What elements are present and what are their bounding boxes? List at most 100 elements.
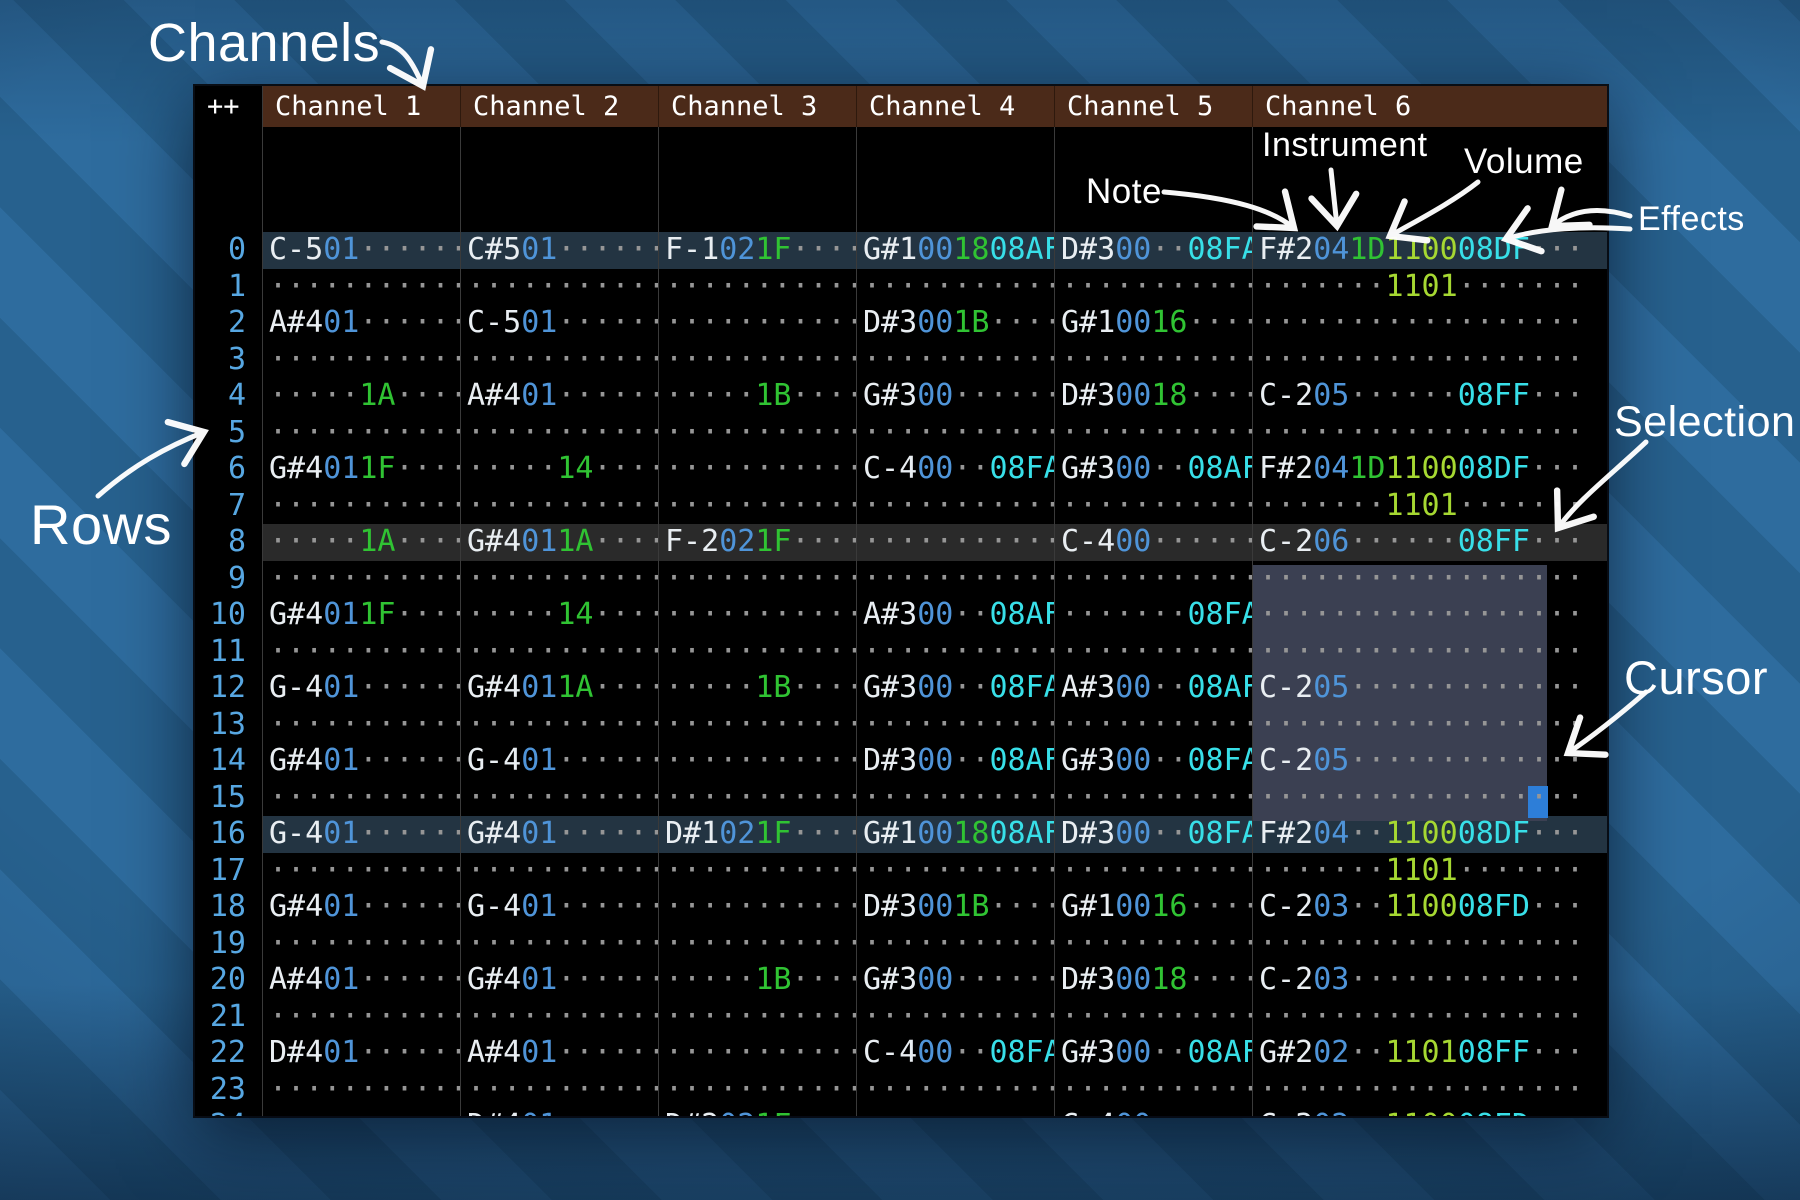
pattern-cell[interactable]: G#401······ bbox=[263, 889, 461, 926]
pattern-cell[interactable]: G#202··110108FF··· bbox=[1253, 1035, 1605, 1072]
pattern-cell[interactable]: C-501······ bbox=[461, 305, 659, 342]
pattern-cell[interactable]: A#300··08AF bbox=[857, 597, 1055, 634]
pattern-cell[interactable]: ··········· bbox=[1055, 634, 1253, 671]
pattern-cell[interactable]: G#300··08AF bbox=[1055, 1035, 1253, 1072]
channel-header-4[interactable]: Channel 4 bbox=[857, 86, 1055, 127]
pattern-cell[interactable]: ··········· bbox=[857, 488, 1055, 525]
pattern-cell[interactable]: G#1001808AF bbox=[857, 816, 1055, 853]
pattern-cell[interactable]: G-401······ bbox=[461, 889, 659, 926]
pattern-cell[interactable]: ··········· bbox=[1055, 999, 1253, 1036]
pattern-cell[interactable]: ··········· bbox=[263, 415, 461, 452]
pattern-cell[interactable]: G#4011F···· bbox=[263, 597, 461, 634]
pattern-cell[interactable]: A#401······ bbox=[263, 962, 461, 999]
pattern-cell[interactable]: ··········· bbox=[263, 853, 461, 890]
pattern-cell[interactable]: ·················· bbox=[1253, 305, 1605, 342]
pattern-cell[interactable]: ··········· bbox=[461, 488, 659, 525]
pattern-cell[interactable]: C-501······ bbox=[263, 232, 461, 269]
pattern-cell[interactable]: ··········· bbox=[857, 342, 1055, 379]
pattern-cell[interactable]: A#300··08AF bbox=[1055, 670, 1253, 707]
pattern-cell[interactable]: ··········· bbox=[461, 342, 659, 379]
pattern-cell[interactable]: ··········· bbox=[263, 342, 461, 379]
pattern-cell[interactable]: C-203············· bbox=[1253, 962, 1605, 999]
pattern-cell[interactable]: ··········· bbox=[857, 853, 1055, 890]
pattern-cell[interactable]: ··········· bbox=[857, 999, 1055, 1036]
pattern-cell[interactable]: ··········· bbox=[659, 999, 857, 1036]
pattern-cell[interactable]: ··········· bbox=[1055, 415, 1253, 452]
pattern-cell[interactable]: ··········· bbox=[1055, 1072, 1253, 1109]
pattern-cell[interactable]: D#3001B···· bbox=[857, 305, 1055, 342]
pattern-cell[interactable]: ·················· bbox=[1253, 707, 1605, 744]
pattern-cell[interactable]: ··········· bbox=[461, 269, 659, 306]
pattern-cell[interactable]: G#1001808AF bbox=[857, 232, 1055, 269]
pattern-cell[interactable]: F#2041D110008DF··· bbox=[1253, 451, 1605, 488]
pattern-cell[interactable]: ··········· bbox=[263, 780, 461, 817]
pattern-cell[interactable]: F#204··110008DF··· bbox=[1253, 816, 1605, 853]
pattern-cell[interactable]: ·····14···· bbox=[461, 451, 659, 488]
pattern-cell[interactable]: A#401······ bbox=[263, 305, 461, 342]
pattern-cell[interactable]: ·······1101······· bbox=[1253, 853, 1605, 890]
pattern-cell[interactable]: G#300··08FA bbox=[857, 670, 1055, 707]
channel-header-3[interactable]: Channel 3 bbox=[659, 86, 857, 127]
pattern-cell[interactable]: D#401······ bbox=[461, 1108, 659, 1116]
pattern-cell[interactable]: ··········· bbox=[1055, 269, 1253, 306]
pattern-cell[interactable]: ··········· bbox=[461, 415, 659, 452]
pattern-cell[interactable]: ·····1B···· bbox=[659, 962, 857, 999]
pattern-cell[interactable]: D#30018···· bbox=[1055, 378, 1253, 415]
pattern-cell[interactable]: G-401······ bbox=[263, 816, 461, 853]
pattern-cell[interactable]: ·················· bbox=[1253, 597, 1605, 634]
pattern-cell[interactable]: ··········· bbox=[1055, 488, 1253, 525]
pattern-cell[interactable]: G#300··08AF bbox=[1055, 451, 1253, 488]
pattern-cell[interactable]: ··········· bbox=[659, 269, 857, 306]
channel-header-6[interactable]: Channel 6 bbox=[1253, 86, 1605, 127]
pattern-cell[interactable]: ·················· bbox=[1253, 780, 1605, 817]
pattern-cell[interactable]: ··········· bbox=[461, 634, 659, 671]
pattern-cell[interactable]: F-1021F···· bbox=[659, 232, 857, 269]
pattern-cell[interactable]: ·················· bbox=[1253, 926, 1605, 963]
pattern-cell[interactable]: ·······1101······· bbox=[1253, 488, 1605, 525]
pattern-cell[interactable]: ··········· bbox=[659, 743, 857, 780]
pattern-cell[interactable]: ··········· bbox=[659, 1035, 857, 1072]
pattern-cell[interactable]: C-400··08FA bbox=[857, 1035, 1055, 1072]
pattern-cell[interactable]: ··········· bbox=[857, 269, 1055, 306]
pattern-cell[interactable]: ··········· bbox=[857, 926, 1055, 963]
pattern-cell[interactable]: G#401······ bbox=[461, 962, 659, 999]
pattern-cell[interactable]: ·················· bbox=[1253, 634, 1605, 671]
pattern-cell[interactable]: ··········· bbox=[1055, 561, 1253, 598]
pattern-cell[interactable]: ··········· bbox=[659, 342, 857, 379]
pattern-cell[interactable]: C-400······ bbox=[1055, 1108, 1253, 1116]
header-corner-cell[interactable]: ++ bbox=[195, 86, 263, 127]
pattern-cell[interactable]: ··········· bbox=[263, 707, 461, 744]
pattern-cell[interactable]: ··········· bbox=[659, 707, 857, 744]
pattern-cell[interactable]: D#300··08FA bbox=[1055, 816, 1253, 853]
pattern-cell[interactable]: C-205············· bbox=[1253, 670, 1605, 707]
pattern-cell[interactable]: C-400··08FA bbox=[857, 451, 1055, 488]
channel-header-2[interactable]: Channel 2 bbox=[461, 86, 659, 127]
pattern-cell[interactable]: D#1021F···· bbox=[659, 816, 857, 853]
pattern-cell[interactable]: D#3001B···· bbox=[857, 889, 1055, 926]
pattern-cell[interactable]: ··········· bbox=[659, 597, 857, 634]
pattern-cell[interactable]: ··········· bbox=[659, 889, 857, 926]
channel-header-1[interactable]: Channel 1 bbox=[263, 86, 461, 127]
pattern-cell[interactable]: C-302··110008FD··· bbox=[1253, 1108, 1605, 1116]
pattern-cell[interactable]: F#2041D110008DF··· bbox=[1253, 232, 1605, 269]
pattern-cell[interactable]: ··········· bbox=[263, 488, 461, 525]
pattern-cell[interactable]: ··········· bbox=[1055, 342, 1253, 379]
pattern-cell[interactable]: G#401······ bbox=[461, 816, 659, 853]
pattern-cell[interactable]: D#401······ bbox=[263, 1035, 461, 1072]
pattern-cell[interactable]: ··········· bbox=[857, 524, 1055, 561]
pattern-cell[interactable]: ··········· bbox=[857, 707, 1055, 744]
pattern-cell[interactable]: ··········· bbox=[659, 488, 857, 525]
pattern-cell[interactable]: A#401······ bbox=[461, 378, 659, 415]
pattern-cell[interactable]: ··········· bbox=[461, 780, 659, 817]
pattern-cell[interactable]: ··········· bbox=[659, 561, 857, 598]
pattern-cell[interactable]: C-205······08FF··· bbox=[1253, 378, 1605, 415]
pattern-cell[interactable]: D#300··08FA bbox=[1055, 232, 1253, 269]
pattern-cell[interactable]: ·····1A···· bbox=[263, 378, 461, 415]
pattern-cell[interactable]: ··········· bbox=[1055, 707, 1253, 744]
pattern-cell[interactable]: ··········· bbox=[857, 561, 1055, 598]
pattern-cell[interactable]: ··········· bbox=[263, 269, 461, 306]
pattern-cell[interactable]: ··········· bbox=[857, 1072, 1055, 1109]
pattern-cell[interactable]: ·······1101······· bbox=[1253, 269, 1605, 306]
pattern-cell[interactable]: G#300······ bbox=[857, 378, 1055, 415]
pattern-cell[interactable]: ··········· bbox=[461, 853, 659, 890]
